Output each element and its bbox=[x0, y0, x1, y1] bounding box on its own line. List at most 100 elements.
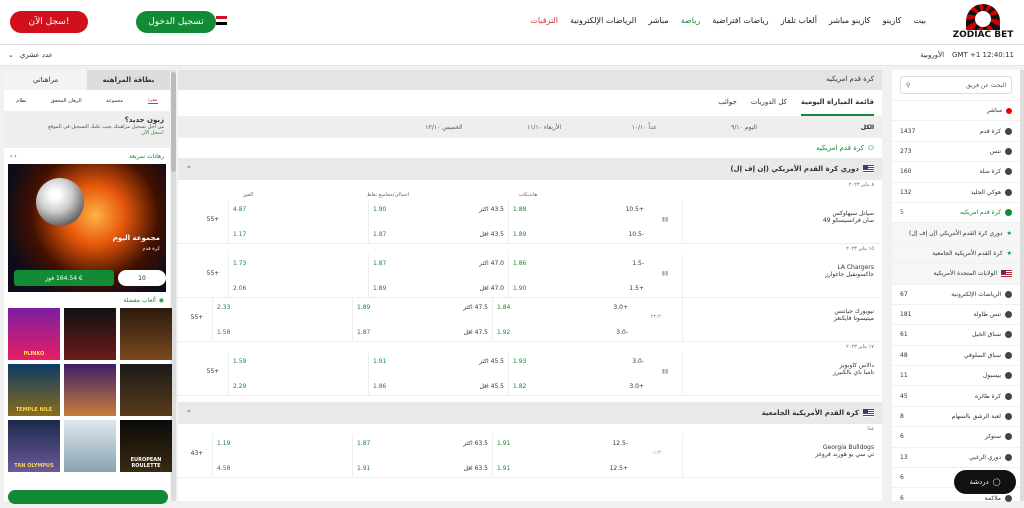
odd-button[interactable]: 63.5 اقل 1.91 bbox=[357, 465, 488, 472]
odd-button[interactable]: 1.59 bbox=[233, 358, 364, 365]
odd-button[interactable]: 45.5 اكثر 1.91 bbox=[373, 358, 504, 365]
odd-button[interactable]: +10.5 1.88 bbox=[513, 206, 644, 213]
tab-single[interactable]: مفرد bbox=[147, 97, 158, 104]
odd-button[interactable]: 43.5 اقل 1.87 bbox=[373, 231, 504, 238]
nav-live[interactable]: مباشر bbox=[642, 16, 674, 25]
sidebar-item-esports[interactable]: 67 الرياضات الإلكترونية bbox=[892, 283, 1020, 304]
odd-button[interactable]: -12.5 1.91 bbox=[497, 440, 628, 447]
tab-betslip[interactable]: بطاقة المراهنه bbox=[87, 70, 170, 90]
game-tile[interactable]: EUROPEAN ROULETTE bbox=[120, 420, 172, 472]
stake-input[interactable]: 10 bbox=[118, 270, 166, 286]
game-tile[interactable]: TEMPLE NILE bbox=[8, 364, 60, 416]
odd-button[interactable]: -3.0 1.93 bbox=[513, 358, 644, 365]
sidebar-item-table-tennis[interactable]: 181 تنس طاولة bbox=[892, 303, 1020, 324]
carousel-arrows-icon[interactable]: ‹ › bbox=[10, 153, 17, 160]
sidebar-subitem-ncaa[interactable]: كرة القدم الأمريكية الجامعية ★ bbox=[892, 242, 1020, 264]
sidebar-item-greyhound[interactable]: 48 سباق السلوقي bbox=[892, 344, 1020, 365]
sidebar-item-baseball[interactable]: 11 بيسبول bbox=[892, 365, 1020, 385]
odd-button[interactable]: 43.5 اكثر 1.90 bbox=[373, 206, 504, 213]
tab-accumulator[interactable]: الرهان المحقق bbox=[51, 98, 82, 104]
day-all[interactable]: الكل bbox=[794, 124, 874, 131]
nav-sports[interactable]: رياضة bbox=[675, 16, 707, 25]
teams[interactable]: دالاس كاوبويز تامبا باي بالكنيرز bbox=[682, 352, 882, 395]
odd-button[interactable]: -1.5 1.86 bbox=[513, 260, 644, 267]
stats-icon[interactable]: ▮▮ bbox=[648, 200, 682, 243]
sidebar-item-snooker[interactable]: 6 سنوكر bbox=[892, 426, 1020, 446]
zodiac-logo[interactable]: ZODIAC BET bbox=[952, 4, 1014, 44]
league-header[interactable]: كرة القدم الأمريكية الجامعية ⌃ bbox=[178, 402, 882, 424]
sidebar-item-horse-racing[interactable]: 61 سباق الخيل bbox=[892, 324, 1020, 344]
match-row[interactable]: سياتل سيهاوكس سان فرانسيسكو 49 ▮▮ +10.5 1.… bbox=[178, 200, 882, 244]
game-tile[interactable] bbox=[120, 364, 172, 416]
nav-live-casino[interactable]: كازينو مباشر bbox=[823, 16, 877, 25]
action-bar[interactable] bbox=[8, 490, 168, 504]
quick-bet-banner[interactable]: مجموعة اليوم كرة قدم فوز ‎164.54 € 10 bbox=[8, 164, 166, 292]
odd-button[interactable]: +3.0 1.84 bbox=[497, 304, 628, 311]
game-tile[interactable] bbox=[64, 308, 116, 360]
day-today[interactable]: اليوم ٩/١٠ bbox=[694, 124, 794, 131]
teams[interactable]: LA Chargers جاكسونفيل جاغوارز bbox=[682, 254, 882, 297]
scrollbar-thumb[interactable] bbox=[171, 72, 176, 172]
nav-esports[interactable]: الرياضات الإلكترونية bbox=[564, 16, 642, 25]
odd-button[interactable]: 1.73 bbox=[233, 260, 364, 267]
odd-button[interactable]: 1.17 bbox=[233, 231, 364, 238]
odd-button[interactable]: 1.58 bbox=[217, 329, 348, 336]
odd-button[interactable]: +12.5 1.91 bbox=[497, 465, 628, 472]
odd-button[interactable]: 2.06 bbox=[233, 285, 364, 292]
odd-button[interactable]: 45.5 اقل 1.86 bbox=[373, 383, 504, 390]
more-markets[interactable]: 55+ bbox=[198, 352, 228, 395]
nav-home[interactable]: بيت bbox=[908, 16, 933, 25]
match-row[interactable]: دالاس كاوبويز تامبا باي بالكنيرز ▮▮ -3.0 1… bbox=[178, 352, 882, 396]
odd-button[interactable]: 1.19 bbox=[217, 440, 348, 447]
teams[interactable]: سياتل سيهاوكس سان فرانسيسكو 49 bbox=[682, 200, 882, 243]
more-markets[interactable]: 55+ bbox=[182, 298, 212, 341]
tab-outrights[interactable]: جوائب bbox=[718, 98, 737, 116]
region-selector[interactable]: الأوروبية bbox=[920, 51, 944, 59]
sidebar-item-volleyball[interactable]: 45 كرة طائره bbox=[892, 385, 1020, 405]
day-thursday[interactable]: الخميس ١٢/١٠ bbox=[394, 124, 494, 131]
chat-button[interactable]: دردشة ◯ bbox=[954, 470, 1016, 494]
odd-button[interactable]: -10.5 1.89 bbox=[513, 231, 644, 238]
match-row[interactable]: LA Chargers جاكسونفيل جاغوارز ▮▮ -1.5 1.86… bbox=[178, 254, 882, 298]
game-tile[interactable]: PLINKO bbox=[8, 308, 60, 360]
game-tile[interactable] bbox=[64, 364, 116, 416]
login-button[interactable]: تسجيل الدخول bbox=[136, 11, 216, 33]
odd-button[interactable]: 47.0 اقل 1.89 bbox=[373, 285, 504, 292]
odd-button[interactable]: 63.5 اكثر 1.87 bbox=[357, 440, 488, 447]
odd-button[interactable]: +3.0 1.82 bbox=[513, 383, 644, 390]
odd-button[interactable]: -3.0 1.92 bbox=[497, 329, 628, 336]
tab-system[interactable]: نظام bbox=[16, 98, 26, 104]
odds-format-selector[interactable]: عدد عشري bbox=[20, 51, 53, 59]
tab-multiple[interactable]: مجموعة bbox=[106, 98, 123, 104]
match-row[interactable]: نيويورك جيانتس مينيسوتا فايكنغز ٢٢:٣٠ +3.… bbox=[178, 298, 882, 342]
odd-button[interactable]: 47.5 اكثر 1.89 bbox=[357, 304, 488, 311]
register-button[interactable]: سجل الآن! bbox=[10, 11, 88, 33]
match-row[interactable]: Georgia Bulldogs تي سي يو هورند فروغز ٠١:… bbox=[178, 434, 882, 478]
game-tile[interactable]: TAN OLYMPUS bbox=[8, 420, 60, 472]
odd-button[interactable]: 47.0 اكثر 1.87 bbox=[373, 260, 504, 267]
place-bet-button[interactable]: فوز ‎164.54 € bbox=[14, 270, 114, 286]
sidebar-subitem-nfl[interactable]: دوري كرة القدم الأمريكي (إن إف إل) ★ bbox=[892, 222, 1020, 243]
odd-button[interactable]: 4.87 bbox=[233, 206, 364, 213]
sidebar-item-ice-hockey[interactable]: 132 هوكي الجليد bbox=[892, 181, 1020, 202]
odd-button[interactable]: +1.5 1.90 bbox=[513, 285, 644, 292]
sidebar-subitem-usa[interactable]: الولايات المتحدة الأمريكية bbox=[892, 263, 1020, 284]
sidebar-item-darts[interactable]: 8 لعبة الرشق بالسهام bbox=[892, 405, 1020, 426]
sidebar-scrollbar[interactable] bbox=[1020, 70, 1024, 501]
sidebar-item-live[interactable]: مباشر bbox=[892, 100, 1020, 120]
nav-promotions[interactable]: الترقيات bbox=[524, 16, 564, 25]
odd-button[interactable]: 4.58 bbox=[217, 465, 348, 472]
odd-button[interactable]: 2.33 bbox=[217, 304, 348, 311]
league-header[interactable]: دوري كرة القدم الأمريكي (إن إف إل) ⌃ bbox=[178, 158, 882, 180]
game-tile[interactable] bbox=[120, 308, 172, 360]
more-markets[interactable]: 55+ bbox=[198, 200, 228, 243]
stats-icon[interactable]: ▮▮ bbox=[648, 352, 682, 395]
team-search[interactable]: ⚲ البحث عن فريق bbox=[900, 76, 1012, 94]
teams[interactable]: نيويورك جيانتس مينيسوتا فايكنغز bbox=[682, 298, 882, 341]
stats-icon[interactable]: ▮▮ bbox=[648, 254, 682, 297]
register-link[interactable]: سجل الآن! bbox=[10, 130, 164, 136]
sidebar-item-rugby-league[interactable]: 13 دوري الرغبي bbox=[892, 446, 1020, 467]
odd-button[interactable]: 2.29 bbox=[233, 383, 364, 390]
odd-button[interactable]: 47.5 اقل 1.87 bbox=[357, 329, 488, 336]
sidebar-item-basketball[interactable]: 160 كرة سلة bbox=[892, 161, 1020, 181]
